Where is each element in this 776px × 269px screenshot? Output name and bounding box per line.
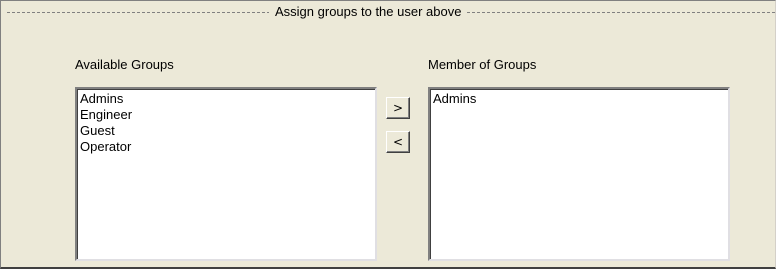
member-groups-label: Member of Groups bbox=[428, 57, 537, 72]
list-item[interactable]: Admins bbox=[433, 91, 725, 107]
list-item[interactable]: Admins bbox=[80, 91, 372, 107]
member-groups-list[interactable]: Admins bbox=[428, 87, 730, 261]
groupbox-title: Assign groups to the user above bbox=[269, 4, 468, 20]
remove-from-group-button[interactable]: < bbox=[386, 131, 410, 153]
available-groups-label: Available Groups bbox=[75, 57, 174, 72]
available-groups-list[interactable]: Admins Engineer Guest Operator bbox=[75, 87, 377, 261]
list-item[interactable]: Guest bbox=[80, 123, 372, 139]
list-item[interactable]: Operator bbox=[80, 139, 372, 155]
assign-groups-panel: Assign groups to the user above Availabl… bbox=[0, 0, 776, 269]
list-item[interactable]: Engineer bbox=[80, 107, 372, 123]
add-to-group-button[interactable]: > bbox=[386, 97, 410, 119]
